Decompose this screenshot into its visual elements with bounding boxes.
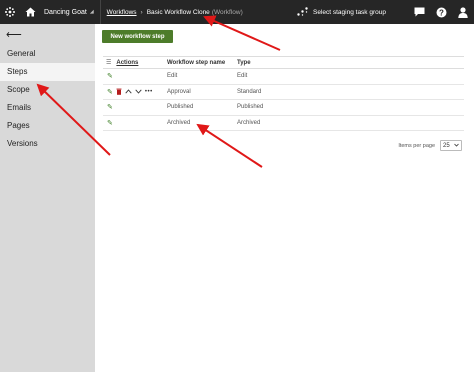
help-icon[interactable]: ?: [430, 0, 452, 24]
site-name: Dancing Goat: [44, 8, 87, 16]
back-arrow-icon[interactable]: ⟵: [6, 28, 22, 41]
new-workflow-step-button[interactable]: New workflow step: [102, 30, 173, 43]
header-actions: ☰ Actions: [103, 59, 167, 67]
move-down-icon[interactable]: [135, 89, 142, 94]
row-step-name: Approval: [167, 88, 191, 95]
pager: Items per page 25: [398, 140, 462, 151]
items-per-page-value: 25: [443, 142, 450, 149]
row-type: Standard: [237, 88, 262, 95]
topbar-right: Select staging task group ?: [297, 0, 474, 24]
row-step-name: Edit: [167, 73, 178, 80]
table-row: ✎ Edit Edit: [103, 69, 464, 85]
sidebar-item-pages[interactable]: Pages: [0, 117, 95, 135]
chevron-down-icon: [454, 143, 459, 149]
edit-icon[interactable]: ✎: [107, 119, 113, 127]
staging-label: Select staging task group: [313, 8, 386, 16]
menu-icon[interactable]: [0, 0, 20, 24]
home-icon[interactable]: [20, 0, 40, 24]
caret-down-icon: ◢: [89, 9, 94, 15]
sidebar-item-emails[interactable]: Emails: [0, 99, 95, 117]
row-actions: ✎ •••: [103, 88, 167, 96]
delete-icon[interactable]: [116, 88, 122, 96]
row-step-name: Archived: [167, 119, 191, 126]
row-actions: ✎: [103, 72, 167, 80]
breadcrumb-separator-icon: ›: [140, 8, 143, 16]
sidebar-item-steps[interactable]: Steps: [0, 63, 95, 81]
header-type[interactable]: Type: [237, 60, 307, 66]
more-icon[interactable]: •••: [145, 89, 153, 95]
row-type: Edit: [237, 73, 248, 80]
svg-text:?: ?: [439, 8, 444, 17]
sidebar-item-versions[interactable]: Versions: [0, 135, 95, 153]
row-step-name: Published: [167, 104, 194, 111]
breadcrumb: Workflows › Basic Workflow Clone (Workfl…: [107, 9, 243, 16]
breadcrumb-workflows-link[interactable]: Workflows: [107, 9, 137, 16]
edit-icon[interactable]: ✎: [107, 72, 113, 80]
grid-header: ☰ Actions Workflow step name Type: [103, 56, 464, 69]
top-bar: Dancing Goat ◢ Workflows › Basic Workflo…: [0, 0, 474, 24]
header-actions-label[interactable]: Actions: [116, 60, 138, 66]
sidebar-item-general[interactable]: General: [0, 45, 95, 63]
user-icon[interactable]: [452, 0, 474, 24]
items-per-page-label: Items per page: [398, 142, 435, 149]
table-row: ✎ Published Published: [103, 100, 464, 116]
edit-icon[interactable]: ✎: [107, 88, 113, 96]
sidebar-nav: General Steps Scope Emails Pages Version…: [0, 45, 95, 153]
row-actions: ✎: [103, 119, 167, 127]
site-selector[interactable]: Dancing Goat ◢: [44, 0, 101, 24]
header-step-name[interactable]: Workflow step name: [167, 60, 237, 66]
staging-icon: [297, 6, 308, 18]
table-row: ✎ ••• Approval Standard: [103, 85, 464, 100]
chat-icon[interactable]: [408, 0, 430, 24]
edit-icon[interactable]: ✎: [107, 103, 113, 111]
breadcrumb-subtitle: (Workflow): [211, 8, 243, 16]
move-up-icon[interactable]: [125, 89, 132, 94]
column-menu-icon[interactable]: ☰: [106, 59, 111, 66]
main-content: New workflow step ☰ Actions Workflow ste…: [95, 24, 474, 372]
table-row: ✎ Archived Archived: [103, 116, 464, 131]
breadcrumb-current: Basic Workflow Clone: [146, 8, 210, 16]
sidebar: ⟵ General Steps Scope Emails Pages Versi…: [0, 24, 95, 372]
row-type: Archived: [237, 119, 261, 126]
items-per-page-select[interactable]: 25: [440, 140, 462, 151]
staging-task-group-selector[interactable]: Select staging task group: [297, 6, 386, 18]
sidebar-item-scope[interactable]: Scope: [0, 81, 95, 99]
row-actions: ✎: [103, 103, 167, 111]
row-type: Published: [237, 104, 264, 111]
workflow-steps-grid: ☰ Actions Workflow step name Type ✎ Edit…: [103, 56, 464, 131]
